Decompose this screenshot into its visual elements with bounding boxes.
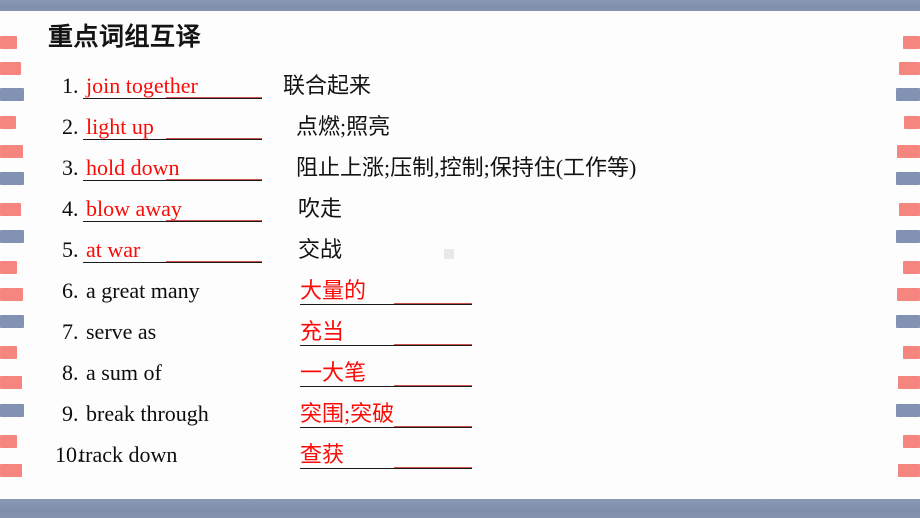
chinese-prompt: 吹走 xyxy=(298,196,343,221)
answer-blank-underline xyxy=(300,303,472,305)
underline-red-tail xyxy=(394,426,472,428)
item-number: 3. xyxy=(62,155,79,180)
answer-blank-underline xyxy=(300,344,472,346)
answer-blank-underline xyxy=(300,385,472,387)
list-item: 10. track down 查获 xyxy=(0,435,920,476)
chinese-prompt: 阻止上涨;压制,控制;保持住(工作等) xyxy=(296,155,637,180)
underline-red-tail xyxy=(166,261,262,263)
underline-red-tail xyxy=(166,97,262,99)
list-item: 4. blow away 吹走 xyxy=(0,189,920,230)
list-item: 3. hold down 阻止上涨;压制,控制;保持住(工作等) xyxy=(0,148,920,189)
item-number: 2. xyxy=(62,114,79,139)
answer-blank-underline xyxy=(83,138,262,140)
english-answer[interactable]: hold down xyxy=(86,154,180,182)
english-prompt: track down xyxy=(79,442,178,467)
top-border-band xyxy=(0,0,920,11)
english-prompt: break through xyxy=(86,401,209,426)
underline-red-tail xyxy=(394,467,472,469)
answer-blank-underline xyxy=(83,179,262,181)
bottom-border-band xyxy=(0,499,920,518)
slide-canvas: 重点词组互译 1. join together 联合起来 2. light up 点燃;照… xyxy=(0,0,920,518)
underline-red-tail xyxy=(394,385,472,387)
item-number: 1. xyxy=(62,73,79,98)
underline-red-tail xyxy=(166,138,262,140)
answer-blank-underline xyxy=(300,467,472,469)
list-item: 2. light up 点燃;照亮 xyxy=(0,107,920,148)
phrase-translation-list: 1. join together 联合起来 2. light up 点燃;照亮 3. hold… xyxy=(0,66,920,476)
english-prompt: a sum of xyxy=(86,360,162,385)
answer-blank-underline xyxy=(83,220,262,222)
stray-marker-artifact xyxy=(444,249,454,259)
item-number: 8. xyxy=(62,360,79,385)
english-answer[interactable]: light up xyxy=(86,113,154,141)
list-item: 8. a sum of 一大笔 xyxy=(0,353,920,394)
underline-red-tail xyxy=(394,344,472,346)
deco-bar xyxy=(0,36,17,49)
page-title: 重点词组互译 xyxy=(48,22,202,51)
answer-blank-underline xyxy=(83,261,262,263)
item-number: 6. xyxy=(62,278,79,303)
item-number: 7. xyxy=(62,319,79,344)
list-item: 5. at war 交战 xyxy=(0,230,920,271)
english-prompt: a great many xyxy=(86,278,200,303)
chinese-answer[interactable]: 充当 xyxy=(300,318,344,346)
english-answer[interactable]: join together xyxy=(86,72,198,100)
chinese-prompt: 联合起来 xyxy=(283,73,372,98)
answer-blank-underline xyxy=(300,426,472,428)
list-item: 9. break through 突围;突破 xyxy=(0,394,920,435)
english-prompt: serve as xyxy=(86,319,157,344)
answer-blank-underline xyxy=(83,97,262,99)
chinese-answer[interactable]: 一大笔 xyxy=(300,359,366,387)
item-number: 4. xyxy=(62,196,79,221)
underline-red-tail xyxy=(166,220,262,222)
item-number: 5. xyxy=(62,237,79,262)
chinese-prompt: 交战 xyxy=(298,237,343,262)
chinese-answer[interactable]: 突围;突破 xyxy=(300,400,394,428)
item-number: 9. xyxy=(62,401,79,426)
chinese-answer[interactable]: 大量的 xyxy=(300,277,366,305)
chinese-answer[interactable]: 查获 xyxy=(300,441,344,469)
english-answer[interactable]: at war xyxy=(86,236,140,264)
chinese-prompt: 点燃;照亮 xyxy=(296,114,391,139)
list-item: 6. a great many 大量的 xyxy=(0,271,920,312)
deco-bar xyxy=(903,36,920,49)
english-answer[interactable]: blow away xyxy=(86,195,182,223)
list-item: 7. serve as 充当 xyxy=(0,312,920,353)
list-item: 1. join together 联合起来 xyxy=(0,66,920,107)
underline-red-tail xyxy=(166,179,262,181)
underline-red-tail xyxy=(394,303,472,305)
